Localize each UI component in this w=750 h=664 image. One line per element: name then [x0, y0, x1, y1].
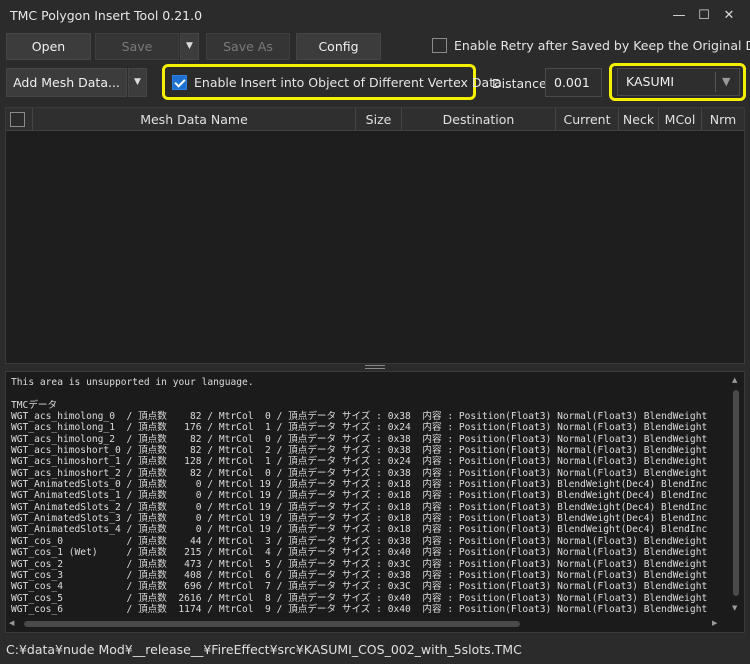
- log-line: WGT_acs_himolong_1 / 頂点数 176 / MtrCol 1 …: [11, 422, 708, 434]
- log-line: WGT_AnimatedSlots_2 / 頂点数 0 / MtrCol 19 …: [11, 501, 708, 513]
- status-path: C:¥data¥nude Mod¥__release__¥FireEffect¥…: [6, 642, 522, 657]
- log-line: WGT_cos_5 / 頂点数 2616 / MtrCol 8 / 頂点データ …: [11, 592, 708, 604]
- log-line: TMCデータ: [11, 399, 58, 411]
- column-destination[interactable]: Destination: [402, 108, 556, 131]
- column-nrm[interactable]: Nrm: [702, 108, 744, 131]
- save-button[interactable]: Save: [95, 33, 179, 60]
- chevron-down-icon: ▼: [134, 77, 141, 87]
- column-mesh-data-name[interactable]: Mesh Data Name: [33, 108, 356, 131]
- log-line: WGT_cos_3 / 頂点数 408 / MtrCol 6 / 頂点データ サ…: [11, 569, 708, 581]
- enable-retry-label: Enable Retry after Saved by Keep the Ori…: [454, 38, 750, 53]
- add-mesh-data-button[interactable]: Add Mesh Data...: [6, 68, 127, 97]
- log-vertical-scrollbar[interactable]: ▲ ▼: [728, 372, 744, 616]
- select-all-column[interactable]: [6, 108, 33, 131]
- add-mesh-dropdown-button[interactable]: ▼: [128, 68, 147, 97]
- log-vscroll-thumb[interactable]: [733, 390, 739, 596]
- log-line: WGT_AnimatedSlots_4 / 頂点数 0 / MtrCol 19 …: [11, 524, 708, 536]
- grip-icon: [365, 365, 385, 366]
- log-line: WGT_cos_4 / 頂点数 696 / MtrCol 7 / 頂点データ サ…: [11, 581, 708, 593]
- character-select-value: KASUMI: [626, 74, 675, 89]
- log-line: WGT_cos_2 / 頂点数 473 / MtrCol 5 / 頂点データ サ…: [11, 558, 708, 570]
- grip-icon: [365, 368, 385, 369]
- log-line: WGT_acs_himolong_2 / 頂点数 82 / MtrCol 0 /…: [11, 433, 708, 445]
- config-button[interactable]: Config: [296, 33, 381, 60]
- scroll-left-icon[interactable]: ◀: [9, 619, 14, 627]
- select-divider: [715, 72, 716, 92]
- log-line: WGT_AnimatedSlots_0 / 頂点数 0 / MtrCol 19 …: [11, 479, 708, 491]
- log-line: WGT_acs_himoshort_0 / 頂点数 82 / MtrCol 2 …: [11, 445, 708, 457]
- scroll-down-icon[interactable]: ▼: [732, 604, 737, 612]
- log-line: WGT_cos_0 / 頂点数 44 / MtrCol 3 / 頂点データ サイ…: [11, 535, 708, 547]
- log-line: WGT_cos_1 (Wet) / 頂点数 215 / MtrCol 4 / 頂…: [11, 547, 708, 559]
- log-horizontal-scrollbar[interactable]: ◀ ▶: [6, 616, 728, 632]
- open-button[interactable]: Open: [6, 33, 91, 60]
- distance-label: Distance: [492, 76, 547, 91]
- column-size[interactable]: Size: [356, 108, 402, 131]
- log-text: This area is unsupported in your languag…: [11, 377, 719, 615]
- log-line: WGT_cos_6 / 頂点数 1174 / MtrCol 9 / 頂点データ …: [11, 603, 708, 615]
- minimize-icon[interactable]: —: [667, 6, 691, 26]
- enable-retry-checkbox[interactable]: [432, 38, 447, 53]
- log-line: WGT_AnimatedSlots_1 / 頂点数 0 / MtrCol 19 …: [11, 490, 708, 502]
- grid-header: Mesh Data Name Size Destination Current …: [6, 108, 744, 131]
- maximize-icon[interactable]: ☐: [692, 6, 716, 26]
- save-as-button[interactable]: Save As: [206, 33, 290, 60]
- panel-splitter[interactable]: [5, 364, 745, 371]
- save-dropdown-button[interactable]: ▼: [180, 33, 199, 60]
- log-line: This area is unsupported in your languag…: [11, 377, 254, 388]
- log-panel[interactable]: This area is unsupported in your languag…: [5, 371, 745, 633]
- distance-input[interactable]: 0.001: [545, 68, 602, 97]
- column-neck[interactable]: Neck: [619, 108, 659, 131]
- log-line: WGT_AnimatedSlots_3 / 頂点数 0 / MtrCol 19 …: [11, 513, 708, 525]
- chevron-down-icon[interactable]: ▼: [722, 75, 730, 88]
- log-line: WGT_acs_himoshort_2 / 頂点数 82 / MtrCol 0 …: [11, 467, 708, 479]
- log-line: WGT_acs_himolong_0 / 頂点数 82 / MtrCol 0 /…: [11, 411, 708, 423]
- log-line: WGT_acs_himoshort_1 / 頂点数 128 / MtrCol 1…: [11, 456, 708, 468]
- mesh-data-grid[interactable]: [5, 107, 745, 364]
- select-all-checkbox[interactable]: [10, 112, 25, 127]
- window-title: TMC Polygon Insert Tool 0.21.0: [10, 8, 203, 23]
- enable-insert-label: Enable Insert into Object of Different V…: [194, 75, 502, 90]
- enable-insert-checkbox[interactable]: [172, 75, 187, 90]
- chevron-down-icon: ▼: [186, 41, 193, 51]
- log-hscroll-thumb[interactable]: [24, 621, 520, 627]
- column-mcol[interactable]: MCol: [659, 108, 702, 131]
- scroll-up-icon[interactable]: ▲: [732, 376, 737, 384]
- scroll-right-icon[interactable]: ▶: [712, 619, 717, 627]
- close-icon[interactable]: ✕: [717, 6, 741, 26]
- column-current[interactable]: Current: [556, 108, 619, 131]
